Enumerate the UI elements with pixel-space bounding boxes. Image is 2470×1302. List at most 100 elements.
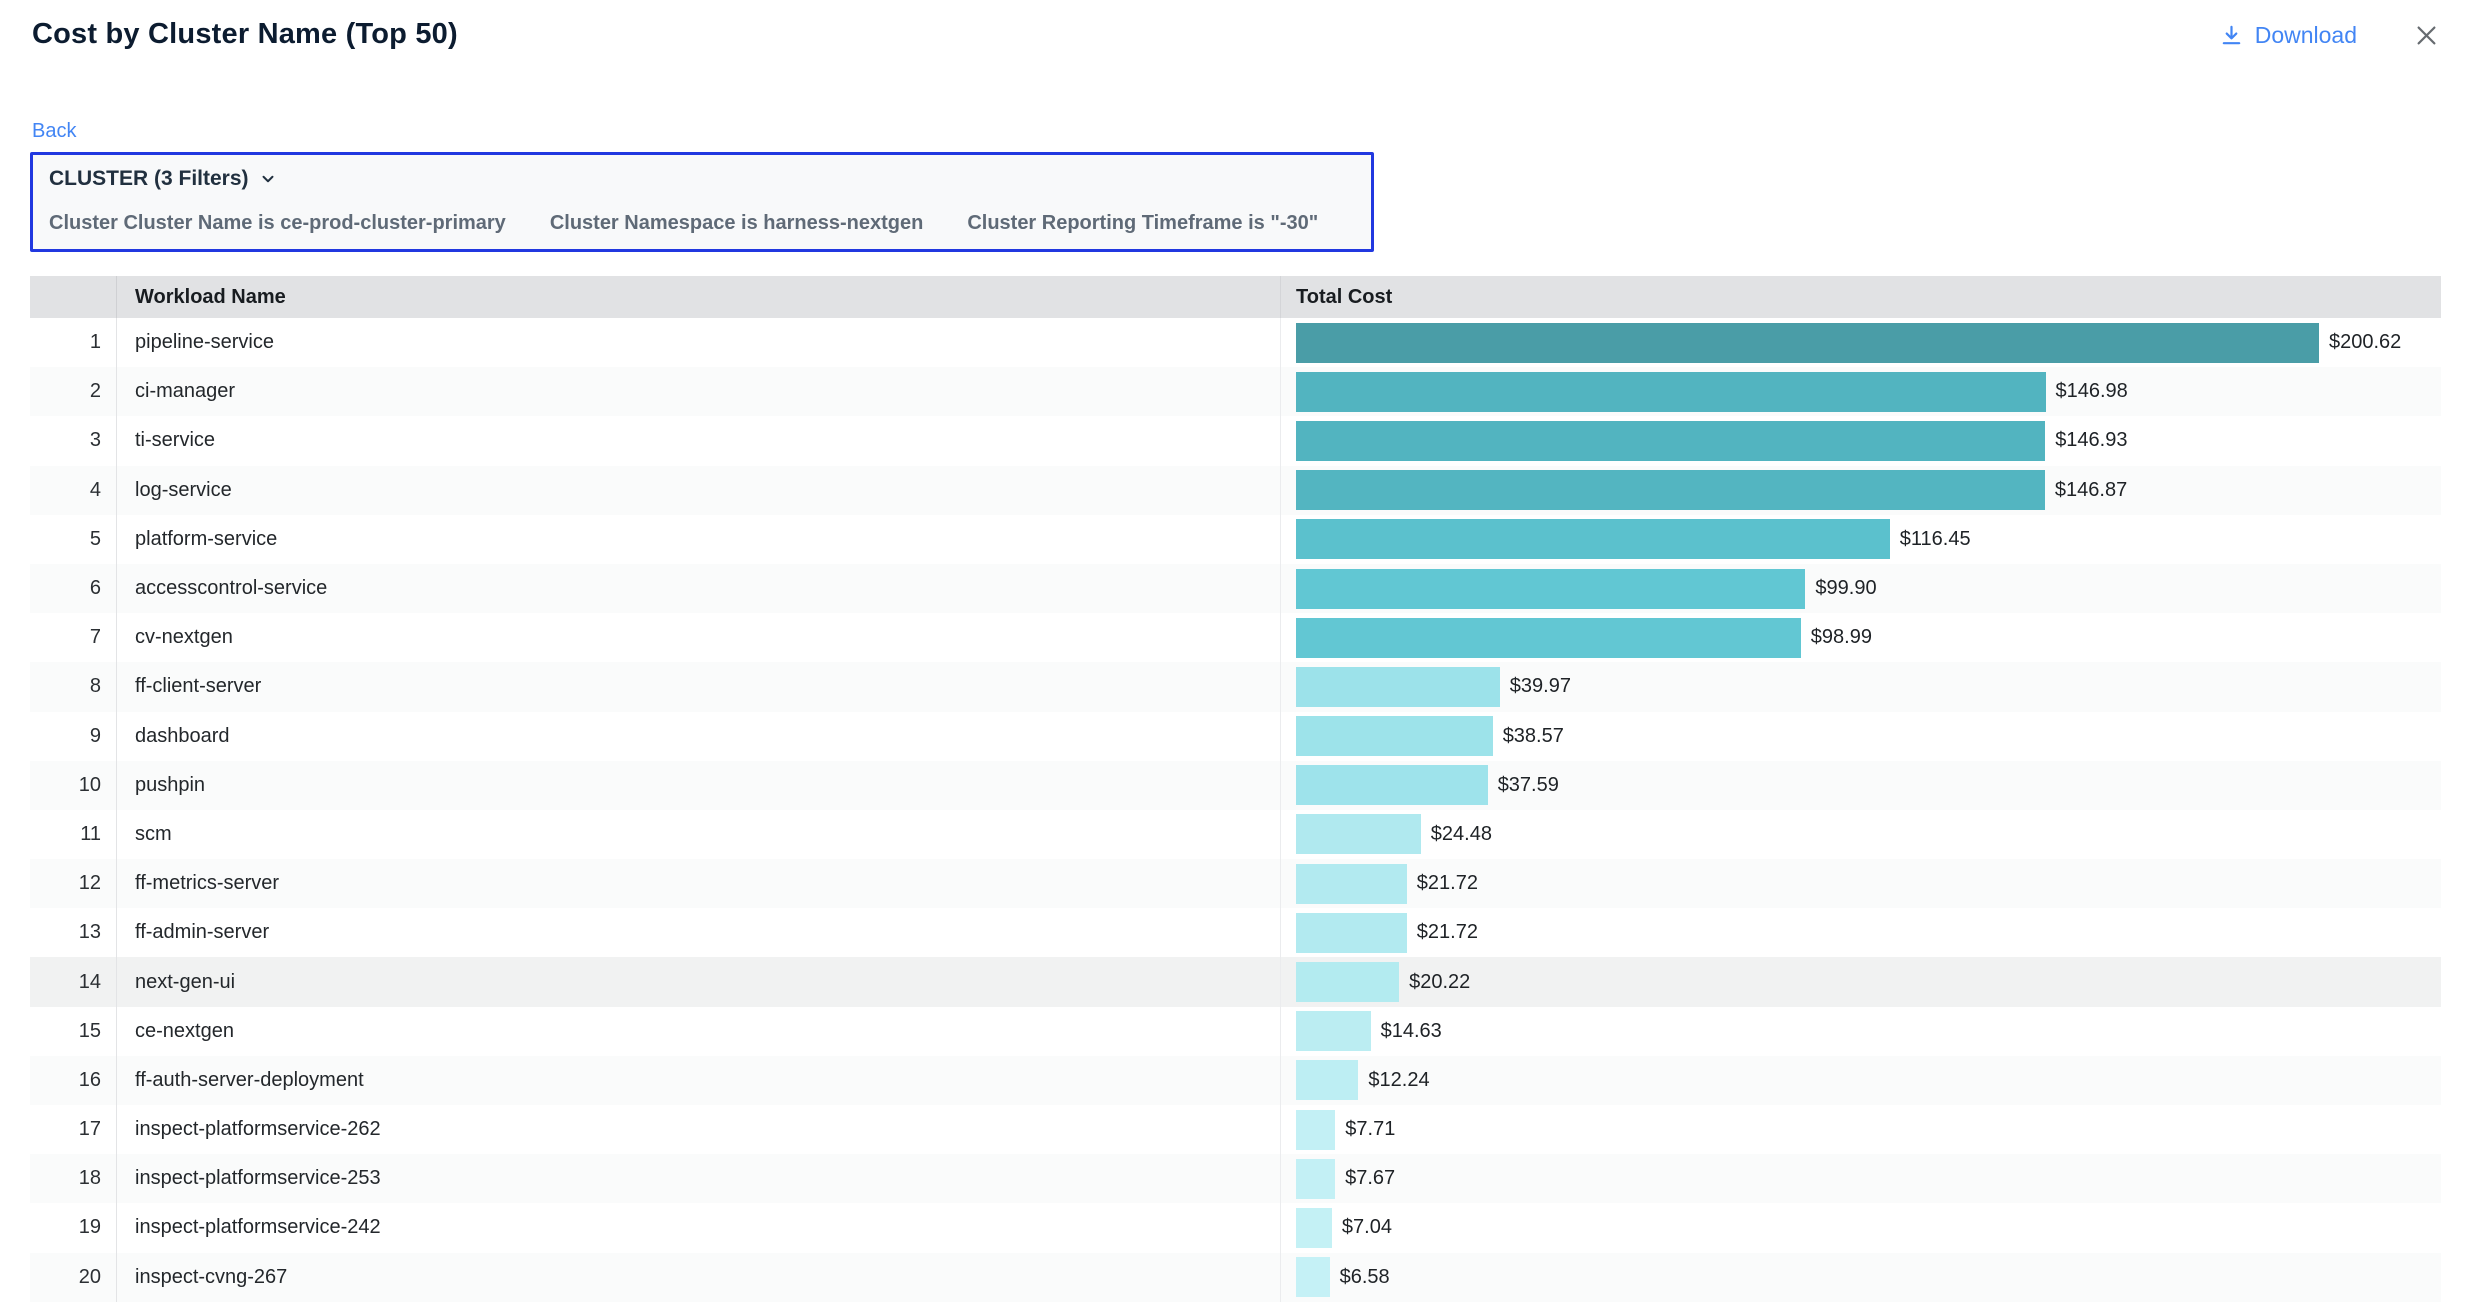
- table-row[interactable]: 8 ff-client-server $39.97: [30, 662, 2441, 711]
- table-row[interactable]: 10 pushpin $37.59: [30, 761, 2441, 810]
- workload-name: log-service: [117, 466, 1281, 515]
- row-index: 18: [30, 1154, 117, 1203]
- row-index: 1: [30, 318, 117, 367]
- cost-label: $6.58: [1340, 1266, 1390, 1289]
- row-index: 4: [30, 466, 117, 515]
- table-row[interactable]: 2 ci-manager $146.98: [30, 367, 2441, 416]
- cost-cell: $7.71: [1281, 1105, 2441, 1154]
- workload-name: inspect-platformservice-253: [117, 1154, 1281, 1203]
- cost-bar: [1296, 421, 2045, 461]
- cost-breakdown-modal: Cost by Cluster Name (Top 50) Download B…: [0, 0, 2470, 1302]
- cost-cell: $20.22: [1281, 957, 2441, 1006]
- cost-label: $146.87: [2055, 479, 2127, 502]
- row-index: 13: [30, 908, 117, 957]
- row-index: 11: [30, 810, 117, 859]
- close-icon[interactable]: [2413, 22, 2440, 49]
- cost-label: $39.97: [1510, 675, 1571, 698]
- table-row[interactable]: 13 ff-admin-server $21.72: [30, 908, 2441, 957]
- row-index: 20: [30, 1253, 117, 1302]
- chevron-down-icon: [259, 170, 277, 188]
- row-index: 8: [30, 662, 117, 711]
- cost-bar: [1296, 1110, 1335, 1150]
- cost-label: $37.59: [1498, 774, 1559, 797]
- filter-conditions: Cluster Cluster Name is ce-prod-cluster-…: [49, 212, 1355, 235]
- download-label: Download: [2255, 22, 2357, 49]
- table-row[interactable]: 19 inspect-platformservice-242 $7.04: [30, 1203, 2441, 1252]
- cost-cell: $146.98: [1281, 367, 2441, 416]
- cost-cell: $39.97: [1281, 662, 2441, 711]
- cost-label: $7.67: [1345, 1167, 1395, 1190]
- cost-bar: [1296, 716, 1493, 756]
- workload-name: pushpin: [117, 761, 1281, 810]
- workload-name: inspect-cvng-267: [117, 1253, 1281, 1302]
- cost-cell: $14.63: [1281, 1007, 2441, 1056]
- table-row[interactable]: 1 pipeline-service $200.62: [30, 318, 2441, 367]
- cost-cell: $200.62: [1281, 318, 2441, 367]
- workload-name: ff-client-server: [117, 662, 1281, 711]
- cost-cell: $24.48: [1281, 810, 2441, 859]
- cost-cell: $99.90: [1281, 564, 2441, 613]
- cost-bar: [1296, 864, 1407, 904]
- cost-cell: $38.57: [1281, 712, 2441, 761]
- row-index: 10: [30, 761, 117, 810]
- workload-name: ff-auth-server-deployment: [117, 1056, 1281, 1105]
- download-icon: [2220, 24, 2243, 47]
- table-row[interactable]: 11 scm $24.48: [30, 810, 2441, 859]
- cost-bar: [1296, 1159, 1335, 1199]
- cost-label: $24.48: [1431, 823, 1492, 846]
- download-button[interactable]: Download: [2220, 22, 2357, 49]
- cost-bar: [1296, 1208, 1332, 1248]
- table-row[interactable]: 12 ff-metrics-server $21.72: [30, 859, 2441, 908]
- cost-bar: [1296, 569, 1805, 609]
- row-index: 3: [30, 416, 117, 465]
- table-row[interactable]: 9 dashboard $38.57: [30, 712, 2441, 761]
- cost-cell: $98.99: [1281, 613, 2441, 662]
- filter-condition: Cluster Namespace is harness-nextgen: [550, 212, 924, 235]
- table-row[interactable]: 14 next-gen-ui $20.22: [30, 957, 2441, 1006]
- modal-actions: Download: [2220, 22, 2440, 49]
- cost-label: $21.72: [1417, 921, 1478, 944]
- workload-name: cv-nextgen: [117, 613, 1281, 662]
- table-row[interactable]: 5 platform-service $116.45: [30, 515, 2441, 564]
- table-row[interactable]: 16 ff-auth-server-deployment $12.24: [30, 1056, 2441, 1105]
- table-row[interactable]: 7 cv-nextgen $98.99: [30, 613, 2441, 662]
- cost-bar: [1296, 519, 1890, 559]
- cost-cell: $7.67: [1281, 1154, 2441, 1203]
- table-row[interactable]: 17 inspect-platformservice-262 $7.71: [30, 1105, 2441, 1154]
- row-index: 17: [30, 1105, 117, 1154]
- table-row[interactable]: 4 log-service $146.87: [30, 466, 2441, 515]
- row-index: 14: [30, 957, 117, 1006]
- cost-label: $38.57: [1503, 725, 1564, 748]
- cost-bar: [1296, 913, 1407, 953]
- cost-cell: $6.58: [1281, 1253, 2441, 1302]
- page-title: Cost by Cluster Name (Top 50): [32, 18, 458, 51]
- table-row[interactable]: 18 inspect-platformservice-253 $7.67: [30, 1154, 2441, 1203]
- cost-label: $146.98: [2056, 380, 2128, 403]
- workload-name: pipeline-service: [117, 318, 1281, 367]
- workload-name: ci-manager: [117, 367, 1281, 416]
- cost-bar: [1296, 323, 2319, 363]
- workload-name: scm: [117, 810, 1281, 859]
- cost-cell: $146.87: [1281, 466, 2441, 515]
- row-index: 19: [30, 1203, 117, 1252]
- cost-label: $7.04: [1342, 1216, 1392, 1239]
- cost-bar: [1296, 1060, 1358, 1100]
- workload-name: ff-admin-server: [117, 908, 1281, 957]
- filter-panel-toggle[interactable]: CLUSTER (3 Filters): [49, 167, 1355, 191]
- table-row[interactable]: 3 ti-service $146.93: [30, 416, 2441, 465]
- back-link[interactable]: Back: [32, 120, 76, 143]
- workload-name: inspect-platformservice-262: [117, 1105, 1281, 1154]
- cost-label: $99.90: [1815, 577, 1876, 600]
- cost-cell: $21.72: [1281, 908, 2441, 957]
- table-row[interactable]: 20 inspect-cvng-267 $6.58: [30, 1253, 2441, 1302]
- table-body: 1 pipeline-service $200.62 2 ci-manager …: [30, 318, 2441, 1302]
- cost-bar: [1296, 1011, 1371, 1051]
- filter-condition: Cluster Cluster Name is ce-prod-cluster-…: [49, 212, 506, 235]
- cost-bar: [1296, 372, 2046, 412]
- cost-bar: [1296, 1257, 1330, 1297]
- cost-cell: $12.24: [1281, 1056, 2441, 1105]
- table-row[interactable]: 6 accesscontrol-service $99.90: [30, 564, 2441, 613]
- table-row[interactable]: 15 ce-nextgen $14.63: [30, 1007, 2441, 1056]
- workload-name-column-header: Workload Name: [117, 276, 1281, 318]
- cost-cell: $116.45: [1281, 515, 2441, 564]
